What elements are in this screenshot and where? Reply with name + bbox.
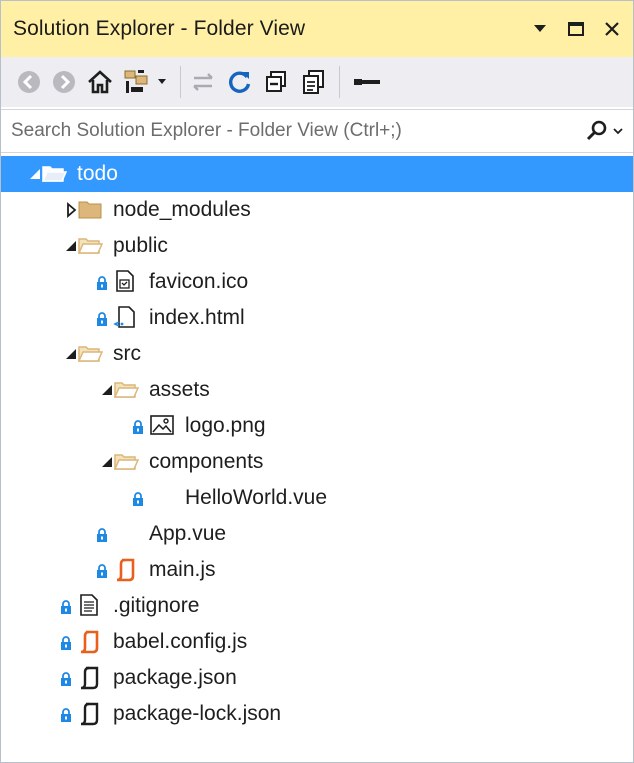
forward-icon[interactable] [50, 65, 78, 99]
close-icon[interactable] [601, 18, 623, 40]
image-file-icon [149, 413, 174, 437]
toolbar-divider [339, 66, 340, 98]
window-controls [529, 18, 623, 40]
tree-item[interactable]: src [1, 336, 633, 372]
tree-item[interactable]: package-lock.json [1, 696, 633, 732]
tree-item-label: components [149, 450, 264, 473]
tree-item[interactable]: todo [1, 156, 633, 192]
home-icon[interactable] [85, 65, 115, 99]
tree-item[interactable]: App.vue [1, 516, 633, 552]
tree-item[interactable]: logo.png [1, 408, 633, 444]
lock-icon [60, 635, 72, 651]
lock-icon [96, 527, 108, 543]
tree-item-label: public [113, 234, 168, 257]
html-file-icon [113, 305, 137, 329]
tree-item-label: node_modules [113, 198, 251, 221]
folder-open-icon [77, 341, 104, 365]
chevron-down-icon[interactable] [529, 18, 551, 40]
maximize-icon[interactable] [565, 18, 587, 40]
tree-item-label: assets [149, 378, 210, 401]
text-file-icon [77, 593, 101, 617]
lock-icon [132, 491, 144, 507]
tree-item-label: logo.png [185, 414, 266, 437]
vue-file-icon [149, 485, 173, 509]
vue-file-icon [113, 521, 137, 545]
tree-item-label: src [113, 342, 141, 365]
collapse-all-icon[interactable] [262, 65, 292, 99]
ico-file-icon [113, 269, 137, 293]
lock-icon [96, 311, 108, 327]
tree-item[interactable]: package.json [1, 660, 633, 696]
toolbar [1, 57, 633, 107]
js-file-icon [77, 629, 101, 654]
tree-item-label: App.vue [149, 522, 227, 545]
search-bar [1, 109, 633, 153]
tree-item[interactable]: components [1, 444, 633, 480]
tree-item[interactable]: main.js [1, 552, 633, 588]
lock-icon [96, 275, 108, 291]
folder-open-icon [41, 161, 68, 185]
chevron-down-icon [613, 128, 623, 135]
tree-item-label: babel.config.js [113, 630, 248, 653]
lock-icon [60, 671, 72, 687]
back-icon[interactable] [15, 65, 43, 99]
lock-icon [96, 563, 108, 579]
tree-item-label: HelloWorld.vue [185, 486, 328, 509]
folder-open-icon [77, 233, 104, 257]
window-title: Solution Explorer - Folder View [13, 17, 306, 40]
lock-icon [60, 599, 72, 615]
json-file-icon [77, 701, 101, 726]
tree-item-label: main.js [149, 558, 216, 581]
tree-item[interactable]: .gitignore [1, 588, 633, 624]
tree-item[interactable]: public [1, 228, 633, 264]
toolbar-divider [180, 66, 181, 98]
tree-item[interactable]: HelloWorld.vue [1, 480, 633, 516]
tree-item[interactable]: favicon.ico [1, 264, 633, 300]
tree-item-label: index.html [149, 306, 245, 329]
tree-item-label: package-lock.json [113, 702, 282, 725]
tree-item[interactable]: babel.config.js [1, 624, 633, 660]
folder-icon [77, 197, 102, 221]
solution-explorer-window: Solution Explorer - Folder View Search S… [0, 0, 634, 763]
tree-item[interactable]: index.html [1, 300, 633, 336]
json-file-icon [77, 665, 101, 690]
properties-icon[interactable] [350, 65, 384, 99]
search-icon [586, 120, 607, 141]
sync-icon[interactable] [188, 65, 218, 99]
search-input[interactable] [11, 120, 531, 142]
show-all-files-icon[interactable] [299, 65, 329, 99]
search-button[interactable] [585, 119, 623, 143]
js-file-icon [113, 557, 137, 582]
tree-item[interactable]: node_modules [1, 192, 633, 228]
lock-icon [60, 707, 72, 723]
refresh-icon[interactable] [225, 65, 255, 99]
folder-open-icon [113, 449, 140, 473]
tree-item-label: .gitignore [113, 594, 200, 617]
tree-item-label: package.json [113, 666, 237, 689]
lock-icon [132, 419, 144, 435]
tree-item-label: todo [77, 162, 118, 185]
tree-item[interactable]: assets [1, 372, 633, 408]
tree-item-label: favicon.ico [149, 270, 249, 293]
folder-open-icon [113, 377, 140, 401]
title-bar[interactable]: Solution Explorer - Folder View [1, 1, 633, 57]
switch-views-icon[interactable] [122, 65, 170, 99]
